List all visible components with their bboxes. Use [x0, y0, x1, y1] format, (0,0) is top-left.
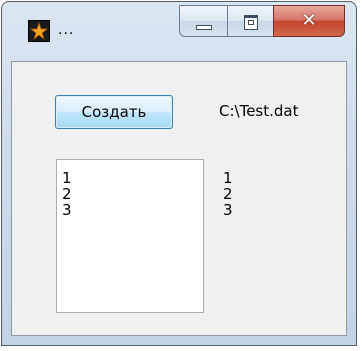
label-line: 1	[223, 169, 233, 187]
values-label: 1 2 3	[223, 170, 233, 218]
maximize-button[interactable]	[227, 5, 273, 37]
caption-buttons: ✕	[179, 5, 345, 37]
app-window: ... ✕ Создать C:\Test.dat 1 2 3 1 2 3	[1, 1, 357, 346]
file-path-label: C:\Test.dat	[219, 102, 299, 120]
window-title: ...	[58, 22, 75, 38]
maximize-icon	[244, 15, 258, 30]
items-listbox[interactable]: 1 2 3	[56, 159, 204, 313]
create-button[interactable]: Создать	[55, 95, 173, 129]
list-item[interactable]: 2	[62, 186, 203, 202]
minimize-button[interactable]	[179, 5, 227, 37]
form-client-area: Создать C:\Test.dat 1 2 3 1 2 3	[11, 61, 347, 336]
label-line: 3	[223, 201, 233, 219]
star-app-icon[interactable]	[28, 20, 50, 42]
list-item[interactable]: 3	[62, 202, 203, 218]
label-line: 2	[223, 185, 233, 203]
minimize-icon	[196, 25, 212, 30]
title-bar[interactable]: ... ✕	[2, 2, 356, 60]
list-item[interactable]: 1	[62, 170, 203, 186]
close-icon: ✕	[301, 10, 317, 31]
close-button[interactable]: ✕	[273, 5, 345, 37]
